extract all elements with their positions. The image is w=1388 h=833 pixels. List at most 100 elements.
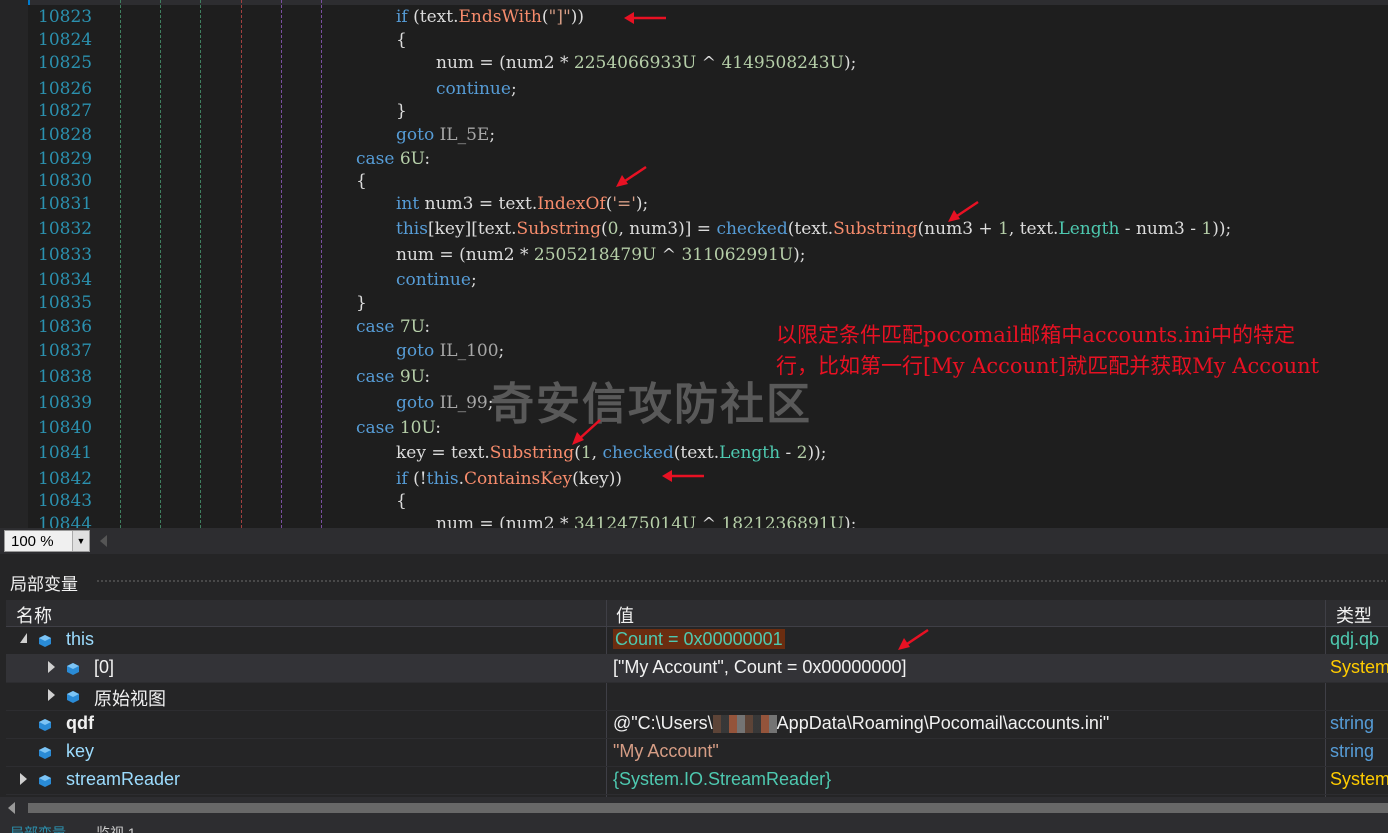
variable-icon bbox=[66, 688, 80, 703]
column-header-type[interactable]: 类型 bbox=[1336, 602, 1372, 628]
line-number: 10842 bbox=[38, 469, 93, 489]
variable-icon bbox=[38, 744, 52, 759]
red-arrow-icon bbox=[662, 470, 704, 482]
chevron-down-icon[interactable]: ▼ bbox=[72, 531, 89, 551]
code-line[interactable]: 10841 key = text.Substring(1, checked(tex… bbox=[0, 441, 1388, 465]
column-header-value[interactable]: 值 bbox=[616, 602, 634, 628]
editor-status-bar: 100 % ▼ bbox=[0, 528, 1388, 554]
red-arrow-icon bbox=[616, 165, 647, 187]
code-line[interactable]: 10823 if (text.EndsWith("]")) bbox=[0, 5, 1388, 29]
scroll-left-icon[interactable] bbox=[8, 802, 15, 814]
code-line[interactable]: 10844 num = (num2 * 3412475014U ^ 1821236… bbox=[0, 512, 1388, 528]
variable-icon bbox=[38, 716, 52, 731]
code-line[interactable]: 10834 continue; bbox=[0, 268, 1388, 292]
line-number: 10825 bbox=[38, 53, 93, 73]
code-text: continue; bbox=[396, 270, 477, 290]
line-number: 10837 bbox=[38, 341, 93, 361]
line-number: 10827 bbox=[38, 101, 93, 121]
line-number: 10829 bbox=[38, 149, 93, 169]
locals-row[interactable]: [0] ["My Account", Count = 0x00000000] Sys… bbox=[6, 654, 1388, 683]
code-line[interactable]: 10829 case 6U: bbox=[0, 147, 1388, 171]
tab-watch[interactable]: 监视 1 ... bbox=[96, 823, 151, 833]
code-text: int num3 = text.IndexOf('='); bbox=[396, 194, 649, 214]
variable-value[interactable]: ["My Account", Count = 0x00000000] bbox=[613, 657, 1325, 678]
variable-name: key bbox=[66, 741, 95, 761]
line-number: 10824 bbox=[38, 30, 93, 50]
code-text: case 7U: bbox=[356, 317, 431, 337]
expand-icon[interactable] bbox=[48, 661, 55, 673]
bottom-tabs: 局部变量 监视 1 ... bbox=[0, 819, 1388, 833]
variable-type: System bbox=[1330, 657, 1388, 677]
line-number: 10830 bbox=[38, 171, 93, 191]
code-line[interactable]: 10835} bbox=[0, 291, 1388, 315]
variable-value[interactable]: @"C:\Users\ AppData\Roaming\Pocomail\acco… bbox=[613, 713, 1325, 734]
code-text: } bbox=[396, 101, 407, 121]
code-line[interactable]: 10828 goto IL_5E; bbox=[0, 123, 1388, 147]
line-number: 10826 bbox=[38, 79, 93, 99]
panel-grip[interactable] bbox=[96, 579, 1386, 584]
variable-value[interactable]: {System.IO.StreamReader} bbox=[613, 769, 1325, 790]
code-text: case 6U: bbox=[356, 149, 431, 169]
variable-value[interactable]: Count = 0x00000001 bbox=[613, 629, 1325, 650]
variable-value[interactable]: "My Account" bbox=[613, 741, 1325, 762]
line-number: 10836 bbox=[38, 317, 93, 337]
zoom-dropdown[interactable]: 100 % ▼ bbox=[4, 530, 90, 552]
variable-name: this bbox=[66, 629, 95, 649]
watermark: 奇安信攻防社区 bbox=[490, 379, 812, 430]
code-line[interactable]: 10824 { bbox=[0, 28, 1388, 52]
line-number: 10835 bbox=[38, 293, 93, 313]
line-number: 10832 bbox=[38, 219, 93, 239]
code-line[interactable]: 10832 this[key][text.Substring(0, num3)] … bbox=[0, 217, 1388, 241]
red-arrow-icon bbox=[948, 200, 979, 222]
tab-locals[interactable]: 局部变量 bbox=[10, 823, 66, 833]
locals-row[interactable]: this Count = 0x00000001 qdj.qb bbox=[6, 626, 1388, 655]
code-text: if (!this.ContainsKey(key)) bbox=[396, 469, 623, 489]
code-line[interactable]: 10827} bbox=[0, 99, 1388, 123]
code-line[interactable]: 10833 num = (num2 * 2505218479U ^ 3110629… bbox=[0, 243, 1388, 267]
code-text: { bbox=[356, 171, 367, 191]
red-arrow-icon bbox=[572, 419, 601, 445]
variable-type: string bbox=[1330, 741, 1375, 761]
code-text: { bbox=[396, 491, 407, 511]
locals-row[interactable]: key "My Account" string bbox=[6, 738, 1388, 767]
line-number: 10844 bbox=[38, 514, 93, 528]
locals-title: 局部变量 bbox=[10, 575, 78, 594]
redacted-username bbox=[712, 715, 777, 734]
expand-icon[interactable] bbox=[48, 689, 55, 701]
code-text: this[key][text.Substring(0, num3)] = che… bbox=[396, 219, 1232, 239]
code-text: num = (num2 * 2505218479U ^ 311062991U); bbox=[396, 245, 806, 265]
collapse-icon[interactable] bbox=[20, 633, 27, 643]
code-text: key = text.Substring(1, checked(text.Len… bbox=[396, 443, 827, 463]
variable-type: qdj.qb bbox=[1330, 629, 1380, 649]
scrollbar-thumb[interactable] bbox=[28, 803, 1388, 813]
code-line[interactable]: 10825 num = (num2 * 2254066933U ^ 4149508… bbox=[0, 51, 1388, 75]
code-text: num = (num2 * 3412475014U ^ 1821236891U)… bbox=[436, 514, 857, 528]
code-line[interactable]: 10826 continue; bbox=[0, 77, 1388, 101]
code-line[interactable]: 10843 { bbox=[0, 489, 1388, 513]
code-line[interactable]: 10830 { bbox=[0, 169, 1388, 193]
locals-row[interactable]: 原始视图 bbox=[6, 682, 1388, 711]
variable-name: 原始视图 bbox=[94, 689, 166, 709]
line-number: 10841 bbox=[38, 443, 93, 463]
horizontal-scrollbar[interactable] bbox=[0, 797, 1388, 819]
red-arrow-icon bbox=[624, 12, 666, 24]
scroll-left-icon[interactable] bbox=[100, 535, 107, 547]
line-number: 10843 bbox=[38, 491, 93, 511]
line-number: 10839 bbox=[38, 393, 93, 413]
code-text: case 9U: bbox=[356, 367, 431, 387]
line-number: 10834 bbox=[38, 270, 93, 290]
code-line[interactable]: 10831 int num3 = text.IndexOf('='); bbox=[0, 192, 1388, 216]
column-header-name[interactable]: 名称 bbox=[16, 602, 52, 628]
locals-row[interactable]: streamReader {System.IO.StreamReader} Syst… bbox=[6, 766, 1388, 795]
panel-splitter[interactable] bbox=[0, 554, 1388, 566]
line-number: 10840 bbox=[38, 418, 93, 438]
code-text: goto IL_99; bbox=[396, 393, 494, 413]
locals-row[interactable]: qdf @"C:\Users\ AppData\Roaming\Pocomail\a… bbox=[6, 710, 1388, 739]
code-editor[interactable]: 10823 if (text.EndsWith("]")) 10824 {10825 n… bbox=[0, 0, 1388, 528]
variable-name: streamReader bbox=[66, 769, 181, 789]
expand-icon[interactable] bbox=[20, 773, 27, 785]
line-number: 10823 bbox=[38, 7, 93, 27]
line-number: 10833 bbox=[38, 245, 93, 265]
variable-type: System bbox=[1330, 769, 1388, 789]
locals-window: 局部变量 名称 值 类型 this Count = 0x00000001 qdj.q… bbox=[0, 566, 1388, 833]
